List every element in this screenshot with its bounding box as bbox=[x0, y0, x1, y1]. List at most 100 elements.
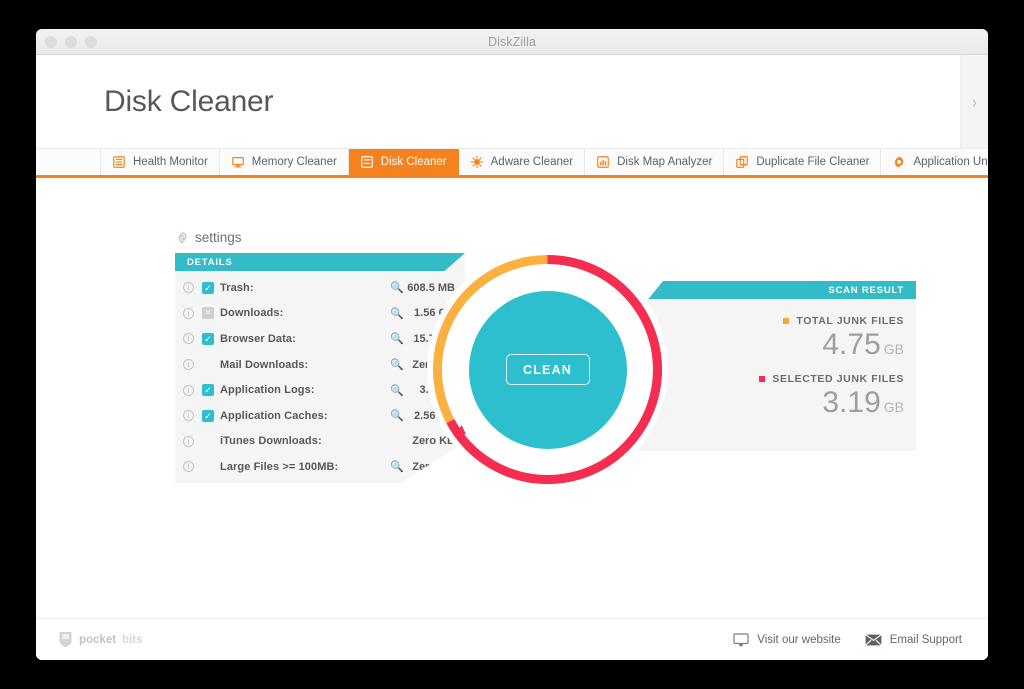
search-icon[interactable]: 🔍 bbox=[390, 281, 404, 294]
window-footer: pocket bits Visit our website Email Supp… bbox=[36, 618, 988, 660]
page-title: Disk Cleaner bbox=[104, 84, 274, 118]
total-junk-files-value: 4.75 bbox=[822, 328, 881, 361]
info-icon[interactable]: i bbox=[183, 384, 194, 396]
row-checkbox[interactable] bbox=[202, 307, 214, 320]
application-window: DiskZilla Disk Cleaner › Health Monitor bbox=[36, 29, 988, 660]
row-label: iTunes Downloads: bbox=[220, 435, 322, 448]
adware-cleaner-icon bbox=[470, 155, 483, 169]
close-button[interactable] bbox=[45, 35, 57, 48]
search-icon[interactable]: 🔍 bbox=[390, 358, 404, 371]
info-icon[interactable]: i bbox=[183, 307, 194, 319]
info-icon[interactable]: i bbox=[183, 461, 194, 473]
health-monitor-icon bbox=[113, 156, 125, 168]
settings-label: settings bbox=[195, 230, 242, 245]
visit-website-link[interactable]: Visit our website bbox=[733, 632, 841, 647]
info-icon[interactable]: i bbox=[183, 282, 194, 294]
details-row-mail-downloads[interactable]: i Mail Downloads: 🔍 Zero KB bbox=[175, 352, 465, 378]
row-label: Browser Data: bbox=[220, 332, 296, 345]
scan-result-header: SCAN RESULT bbox=[638, 281, 916, 299]
email-support-label: Email Support bbox=[889, 633, 962, 646]
pocketbits-shield-icon bbox=[59, 632, 72, 648]
row-checkbox[interactable] bbox=[202, 461, 214, 473]
junk-donut-gauge: CLEAN bbox=[427, 249, 668, 490]
disk-cleaner-icon bbox=[360, 156, 373, 168]
details-row-downloads[interactable]: i Downloads: 🔍 1.56 GB bbox=[175, 301, 465, 327]
details-row-application-logs[interactable]: i Application Logs: 🔍 3.7 MB bbox=[175, 377, 465, 403]
tab-label: Application Uninstaller bbox=[913, 156, 988, 168]
tab-label: Adware Cleaner bbox=[490, 156, 574, 168]
pocketbits-logo: pocket bits bbox=[58, 631, 143, 648]
tab-disk-cleaner[interactable]: Disk Cleaner bbox=[348, 149, 459, 175]
details-panel-header: DETAILS bbox=[175, 253, 465, 271]
row-checkbox[interactable] bbox=[202, 281, 214, 294]
minimize-button[interactable] bbox=[65, 35, 77, 48]
details-row-application-caches[interactable]: i Application Caches: 🔍 2.56 GB bbox=[175, 403, 465, 429]
scan-spacer bbox=[638, 364, 904, 373]
row-checkbox[interactable] bbox=[202, 384, 214, 397]
visit-website-label: Visit our website bbox=[757, 633, 841, 646]
tab-disk-map-analyzer[interactable]: Disk Map Analyzer bbox=[585, 149, 725, 175]
disk-map-analyzer-icon bbox=[597, 156, 609, 168]
details-panel: DETAILS i Trash: 🔍 608.5 MB i Downloads: bbox=[175, 253, 465, 483]
total-junk-files-value-row: 4.75 GB bbox=[638, 326, 904, 364]
zoom-button[interactable] bbox=[85, 35, 97, 48]
info-icon[interactable]: i bbox=[183, 359, 194, 371]
row-label: Mail Downloads: bbox=[220, 358, 309, 371]
row-checkbox[interactable] bbox=[202, 332, 214, 345]
row-checkbox[interactable] bbox=[202, 435, 214, 447]
details-row-browser-data[interactable]: i Browser Data: 🔍 15.7 MB bbox=[175, 326, 465, 352]
selected-junk-files-value-row: 3.19 GB bbox=[638, 384, 904, 422]
selected-junk-bullet-icon bbox=[759, 375, 766, 382]
window-titlebar: DiskZilla bbox=[36, 29, 988, 55]
tab-adware-cleaner[interactable]: Adware Cleaner bbox=[459, 149, 586, 175]
tab-label: Disk Map Analyzer bbox=[617, 156, 713, 168]
main-content: settings DETAILS i Trash: 🔍 608.5 MB bbox=[36, 178, 988, 561]
tab-application-uninstaller[interactable]: Application Uninstaller bbox=[881, 149, 988, 175]
traffic-lights bbox=[36, 35, 97, 48]
envelope-icon bbox=[864, 633, 882, 646]
details-row-large-files[interactable]: i Large Files >= 100MB: 🔍 Zero KB bbox=[175, 454, 465, 480]
selected-junk-files-value: 3.19 bbox=[822, 385, 881, 419]
window-title: DiskZilla bbox=[487, 34, 537, 49]
search-icon[interactable]: 🔍 bbox=[390, 384, 404, 397]
row-label: Application Caches: bbox=[220, 409, 328, 422]
row-checkbox[interactable] bbox=[202, 409, 214, 422]
tab-duplicate-file-cleaner[interactable]: Duplicate File Cleaner bbox=[724, 149, 882, 175]
brand-name-part1: pocket bbox=[79, 633, 117, 646]
memory-cleaner-icon bbox=[231, 157, 244, 168]
info-icon[interactable]: i bbox=[183, 333, 194, 345]
row-label: Large Files >= 100MB: bbox=[220, 460, 339, 473]
details-row-itunes-downloads[interactable]: i iTunes Downloads: 🔍 Zero KB bbox=[175, 429, 465, 455]
details-row-trash[interactable]: i Trash: 🔍 608.5 MB bbox=[175, 275, 465, 301]
info-icon[interactable]: i bbox=[183, 410, 194, 422]
header-side-rail[interactable]: › bbox=[960, 55, 988, 148]
search-icon[interactable]: 🔍 bbox=[390, 307, 404, 320]
gear-icon bbox=[178, 231, 187, 244]
search-icon[interactable]: 🔍 bbox=[390, 332, 404, 345]
brand-name-part2: bits bbox=[122, 633, 143, 646]
desktop-background: DiskZilla Disk Cleaner › Health Monitor bbox=[0, 0, 1024, 689]
details-header-label: DETAILS bbox=[187, 256, 233, 268]
chevron-right-icon[interactable]: › bbox=[972, 93, 976, 111]
search-icon[interactable]: 🔍 bbox=[390, 460, 404, 473]
row-label: Application Logs: bbox=[220, 384, 315, 397]
scan-result-header-label: SCAN RESULT bbox=[828, 284, 904, 296]
tab-health-monitor[interactable]: Health Monitor bbox=[100, 149, 220, 175]
page-header: Disk Cleaner › bbox=[36, 55, 988, 148]
email-support-link[interactable]: Email Support bbox=[864, 633, 962, 646]
footer-links: Visit our website Email Support bbox=[733, 632, 962, 647]
total-junk-files-unit: GB bbox=[883, 341, 904, 357]
clean-button[interactable]: CLEAN bbox=[505, 354, 590, 385]
row-checkbox[interactable] bbox=[202, 359, 214, 371]
row-label: Downloads: bbox=[220, 307, 284, 320]
info-icon[interactable]: i bbox=[183, 435, 194, 447]
gear-icon bbox=[895, 156, 904, 168]
tab-label: Health Monitor bbox=[133, 156, 208, 168]
monitor-icon bbox=[733, 632, 749, 646]
donut-center: CLEAN bbox=[468, 290, 627, 449]
selected-junk-files-label: SELECTED JUNK FILES bbox=[772, 372, 904, 385]
settings-link[interactable]: settings bbox=[176, 230, 242, 245]
search-icon[interactable]: 🔍 bbox=[390, 409, 404, 422]
tab-memory-cleaner[interactable]: Memory Cleaner bbox=[220, 149, 349, 175]
selected-junk-files-unit: GB bbox=[883, 398, 904, 415]
